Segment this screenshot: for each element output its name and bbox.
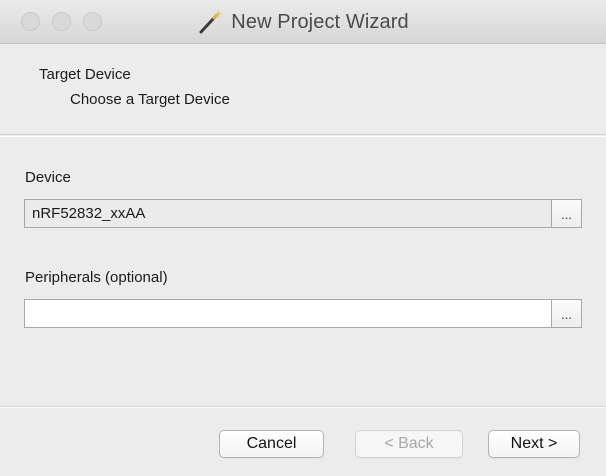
magic-wand-icon — [199, 10, 223, 34]
peripherals-browse-button[interactable]: ... — [551, 299, 582, 328]
wizard-header: Target Device Choose a Target Device — [0, 44, 606, 135]
window-title: New Project Wizard — [231, 10, 409, 33]
back-button[interactable]: < Back — [355, 430, 463, 458]
wizard-window: New Project Wizard Target Device Choose … — [0, 0, 606, 476]
footer-divider-highlight — [0, 407, 606, 408]
peripherals-field[interactable] — [24, 299, 552, 328]
device-label: Device — [25, 169, 71, 186]
step-subtitle: Choose a Target Device — [70, 91, 230, 108]
window-title-group: New Project Wizard — [0, 0, 606, 44]
step-title: Target Device — [39, 66, 131, 83]
title-bar[interactable]: New Project Wizard — [0, 0, 606, 44]
device-field[interactable] — [24, 199, 552, 228]
next-button[interactable]: Next > — [488, 430, 580, 458]
device-browse-button[interactable]: ... — [551, 199, 582, 228]
cancel-button[interactable]: Cancel — [219, 430, 324, 458]
peripherals-label: Peripherals (optional) — [25, 269, 168, 286]
header-divider — [0, 136, 606, 137]
